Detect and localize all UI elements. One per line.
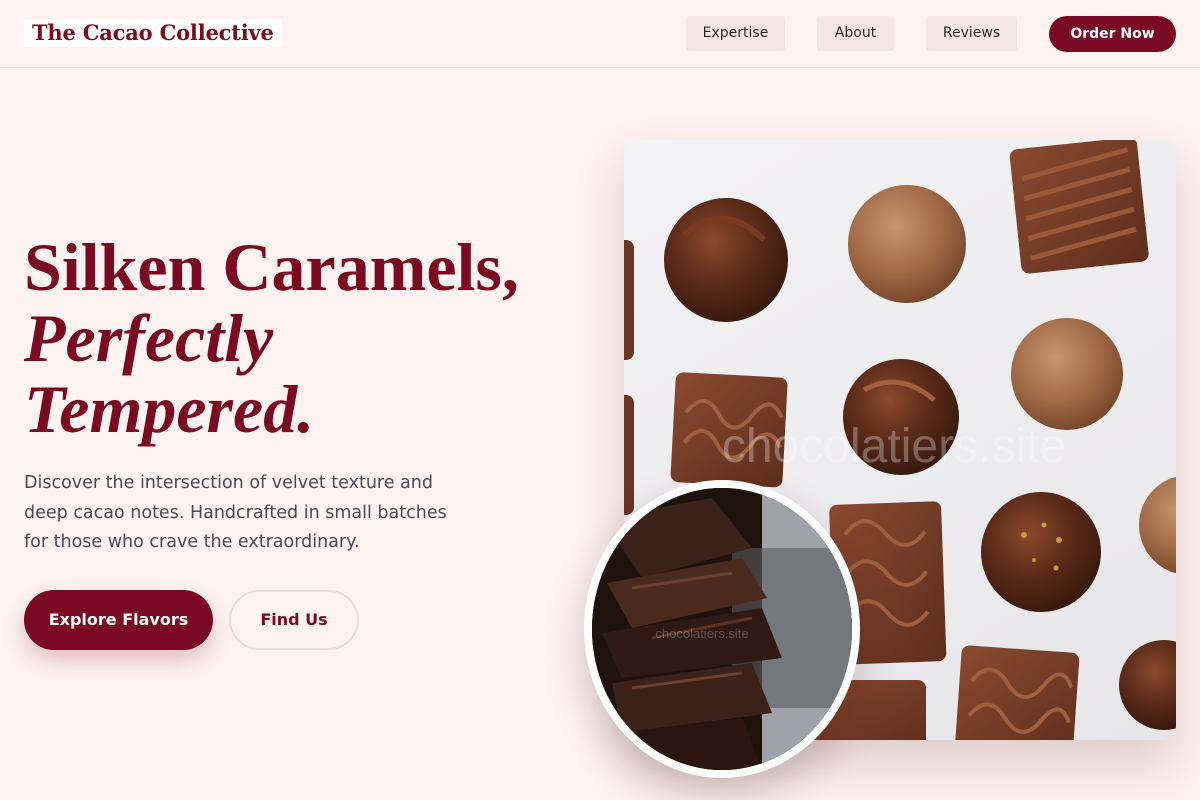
top-navigation: The Cacao Collective Expertise About Rev… bbox=[0, 0, 1200, 68]
main-image-watermark: chocolatiers.site bbox=[722, 420, 1066, 473]
order-now-button[interactable]: Order Now bbox=[1049, 16, 1176, 52]
brand-logo[interactable]: The Cacao Collective bbox=[24, 19, 282, 47]
explore-flavors-button[interactable]: Explore Flavors bbox=[24, 590, 213, 650]
nav-link-reviews[interactable]: Reviews bbox=[926, 16, 1017, 51]
dark-chocolate-inset-image: chocolatiers.site bbox=[584, 480, 860, 778]
chocolate-square-striped bbox=[1009, 140, 1149, 274]
headline-line-1: Silken Caramels, bbox=[24, 229, 519, 305]
hero-description: Discover the intersection of velvet text… bbox=[24, 473, 447, 552]
headline-line-3: Tempered. bbox=[24, 371, 315, 447]
hero-headline: Silken Caramels, Perfectly Tempered. bbox=[24, 232, 584, 445]
headline-line-2: Perfectly bbox=[24, 300, 274, 376]
find-us-button[interactable]: Find Us bbox=[229, 590, 359, 650]
nav-link-about[interactable]: About bbox=[817, 16, 894, 51]
nav-link-expertise[interactable]: Expertise bbox=[686, 16, 785, 51]
inset-image-watermark: chocolatiers.site bbox=[655, 626, 748, 641]
